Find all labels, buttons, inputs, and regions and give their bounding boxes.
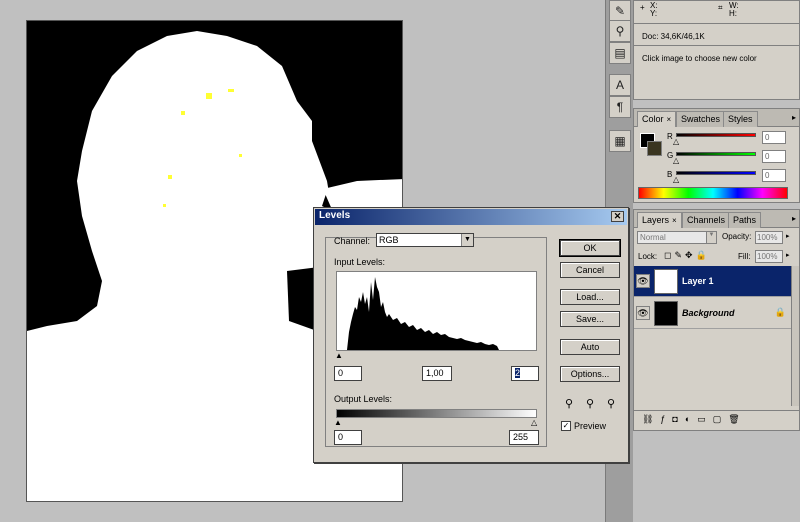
selection-size-icon: ⌗ [718,3,723,12]
lock-label: Lock: [638,252,658,261]
visibility-eye-icon[interactable]: 👁 [636,274,650,288]
blue-value[interactable]: 0 [762,169,786,182]
histogram-graph [347,277,499,350]
output-white-field[interactable]: 255 [509,430,539,445]
black-eyedropper-icon[interactable]: ⚲ [562,397,576,411]
info-tool-icon[interactable]: ▤ [609,42,631,64]
histogram [336,271,537,351]
info-hint: Click image to choose new color [642,54,757,63]
dialog-title: Levels [319,210,351,221]
layer-thumbnail [654,269,678,294]
info-panel: + X: Y: ⌗ W: H: Doc: 34,6K/46,1K Click i… [633,0,800,100]
fill-label: Fill: [738,252,751,261]
layers-panel-tabs: Layers × Channels Paths ▸ [634,210,799,228]
layer-footer-icons[interactable]: ⛓ƒ◘◐▭▢🗑 [642,414,747,425]
layer-thumbnail [654,301,678,326]
output-white-slider[interactable]: △ [531,418,537,427]
output-black-slider[interactable]: ▲ [334,418,342,427]
color-spectrum[interactable] [638,187,788,199]
levels-titlebar[interactable]: Levels ✕ [315,209,627,225]
lock-icon: 🔒 [774,307,786,317]
opacity-label: Opacity: [722,232,752,241]
h-label: H: [729,9,737,18]
color-panel: Color × Swatches Styles ▸ R △ 0 G △ 0 B △… [633,108,800,203]
layers-panel: Layers × Channels Paths ▸ Normal ▼ Opacit… [633,209,800,431]
input-black-field[interactable]: 0 [334,366,362,381]
visibility-eye-icon[interactable]: 👁 [636,306,650,320]
layer-row-background[interactable]: 👁 Background 🔒 [634,298,794,329]
tab-paths[interactable]: Paths [728,212,762,228]
crosshair-icon: + [640,3,645,12]
tab-channels[interactable]: Channels [682,212,731,228]
input-black-slider[interactable]: ▲ [335,351,343,360]
white-eyedropper-icon[interactable]: ⚲ [604,397,618,411]
background-color-swatch[interactable] [647,141,662,156]
chevron-down-icon: ▼ [461,234,473,246]
output-gradient [336,409,537,418]
input-gamma-field[interactable]: 1,00 [422,366,452,381]
layer-name: Background [682,308,735,318]
doc-size: Doc: 34,6K/46,1K [642,32,705,41]
preview-checkbox[interactable]: ✓ [561,421,571,431]
green-slider[interactable] [676,152,756,156]
load-button[interactable]: Load... [560,289,620,305]
brush-tool-icon[interactable]: ✎ [609,0,631,22]
blue-slider[interactable] [676,171,756,175]
tab-swatches[interactable]: Swatches [676,111,726,127]
preview-label: Preview [574,421,607,431]
cancel-button[interactable]: Cancel [560,262,620,278]
opacity-arrow-icon[interactable]: ▸ [786,232,790,240]
tab-color[interactable]: Color × [637,111,677,127]
red-value[interactable]: 0 [762,131,786,144]
auto-button[interactable]: Auto [560,339,620,355]
ok-button[interactable]: OK [559,239,621,257]
history-icon[interactable]: ⚲ [609,20,631,42]
options-button[interactable]: Options... [560,366,620,382]
channel-label: Channel: [334,236,371,246]
red-slider-handle[interactable]: △ [673,137,679,146]
y-label: Y: [650,9,658,18]
blend-mode-select[interactable]: Normal ▼ [637,231,717,244]
levels-dialog: Levels ✕ Channel: RGB ▼ Input Levels: ▲ … [313,207,629,463]
character-icon[interactable]: A [609,74,631,96]
output-levels-label: Output Levels: [334,394,393,404]
chevron-down-icon: ▼ [706,232,716,243]
layer-comps-icon[interactable]: ▦ [609,130,631,152]
lock-icons[interactable]: ◻✎✥🔒 [664,250,710,261]
layer-name: Layer 1 [682,276,714,286]
paragraph-icon[interactable]: ¶ [609,96,631,118]
green-value[interactable]: 0 [762,150,786,163]
r-label: R [667,132,673,141]
b-label: B [667,170,673,179]
layers-menu-icon[interactable]: ▸ [792,214,796,223]
panel-menu-icon[interactable]: ▸ [792,113,796,122]
color-panel-tabs: Color × Swatches Styles ▸ [634,109,799,127]
layer-row-layer-1[interactable]: 👁 Layer 1 [634,266,794,297]
gray-eyedropper-icon[interactable]: ⚲ [583,397,597,411]
tab-layers[interactable]: Layers × [637,212,682,228]
layers-footer: ⛓ƒ◘◐▭▢🗑 [634,410,799,430]
blue-slider-handle[interactable]: △ [673,175,679,184]
output-black-field[interactable]: 0 [334,430,362,445]
green-slider-handle[interactable]: △ [673,156,679,165]
close-icon[interactable]: ✕ [611,211,624,222]
tab-styles[interactable]: Styles [723,111,758,127]
fill-field[interactable]: 100% [755,250,783,263]
red-slider[interactable] [676,133,756,137]
opacity-field[interactable]: 100% [755,231,783,244]
input-levels-label: Input Levels: [334,257,386,267]
layers-scrollbar[interactable] [791,266,799,406]
fill-arrow-icon[interactable]: ▸ [786,251,790,259]
save-button[interactable]: Save... [560,311,620,327]
input-white-field[interactable]: 2 [511,366,539,381]
channel-select[interactable]: RGB ▼ [376,233,474,247]
